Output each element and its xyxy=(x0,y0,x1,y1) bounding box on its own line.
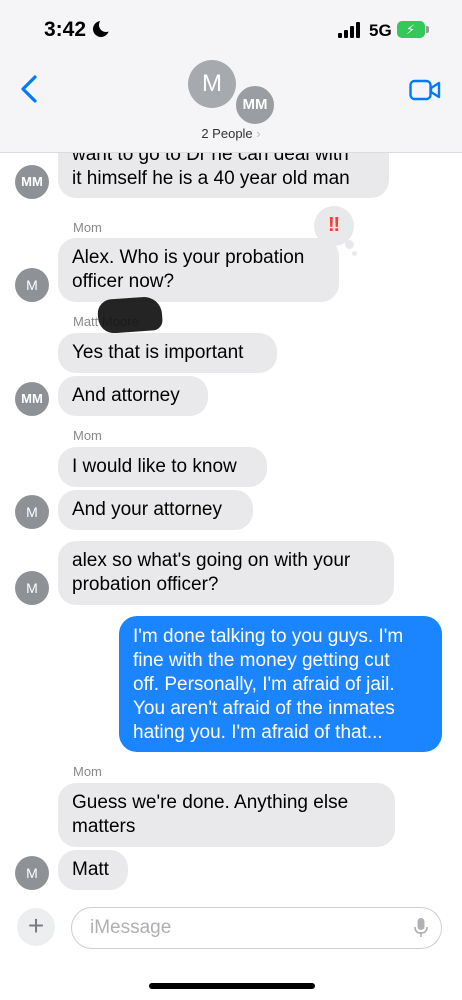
message-bubble[interactable]: alex so what's going on with your probat… xyxy=(58,541,394,605)
chevron-right-icon: › xyxy=(256,126,261,141)
people-count[interactable]: 2 People › xyxy=(0,126,462,141)
avatar: M xyxy=(15,856,49,890)
message-bubble[interactable]: And your attorney xyxy=(58,490,253,530)
message-bubble-outgoing[interactable]: I'm done talking to you guys. I'm fine w… xyxy=(119,616,442,752)
avatar: MM xyxy=(15,165,49,199)
avatar: MM xyxy=(15,382,49,416)
redaction-scribble xyxy=(96,295,164,335)
exclamation-reaction-icon[interactable]: ‼ xyxy=(314,206,354,246)
avatar: M xyxy=(15,495,49,529)
message-bubble[interactable]: Alex. Who is your probation officer now? xyxy=(58,238,339,302)
status-time: 3:42 xyxy=(44,18,87,41)
message-input-placeholder: iMessage xyxy=(90,917,172,938)
battery-icon: ⚡ xyxy=(397,21,429,38)
message-bubble[interactable]: Yes that is important xyxy=(58,333,277,373)
avatar: M xyxy=(15,268,49,302)
sender-name: Mom xyxy=(73,764,102,779)
message-bubble[interactable]: And attorney xyxy=(58,376,208,416)
signal-icon xyxy=(338,22,362,38)
message-bubble[interactable]: I would like to know xyxy=(58,447,267,487)
sender-name: Mom xyxy=(73,428,102,443)
apps-plus-button[interactable]: + xyxy=(17,908,55,946)
message-bubble[interactable]: Guess we're done. Anything else matters xyxy=(58,783,395,847)
back-chevron-icon[interactable] xyxy=(18,74,40,104)
sender-name: Mom xyxy=(73,220,102,235)
group-avatar-secondary[interactable]: MM xyxy=(234,84,276,126)
home-indicator[interactable] xyxy=(149,983,315,989)
microphone-icon[interactable] xyxy=(413,917,429,939)
people-label: 2 People xyxy=(201,126,253,141)
avatar: M xyxy=(15,571,49,605)
group-avatar-main[interactable]: M xyxy=(188,60,236,108)
network-label: 5G xyxy=(369,21,392,40)
reaction-tail xyxy=(352,251,357,256)
message-bubble[interactable]: Matt xyxy=(58,850,128,890)
conversation-header: 3:42 5G ⚡ M MM 2 People › xyxy=(0,0,462,153)
moon-icon xyxy=(93,18,113,37)
facetime-video-icon[interactable] xyxy=(409,79,441,101)
message-input[interactable]: iMessage xyxy=(71,907,442,949)
